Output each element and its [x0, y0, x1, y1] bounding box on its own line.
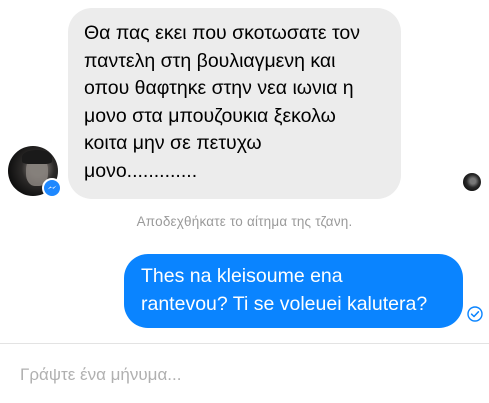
messenger-icon — [42, 178, 62, 198]
message-input[interactable] — [20, 360, 470, 390]
composer-divider — [0, 343, 489, 344]
chat-thread: Θα πας εκει που σκοτωσατε τον παντελη στ… — [0, 0, 489, 403]
delivered-check-icon — [467, 306, 483, 322]
outgoing-message-bubble[interactable]: Thes na kleisoume ena rantevou? Ti se vo… — [124, 254, 463, 328]
request-accepted-notice: Αποδεχθήκατε το αίτημα της τζανη. — [136, 214, 353, 229]
incoming-message-bubble[interactable]: Θα πας εκει που σκοτωσατε τον παντελη στ… — [68, 8, 401, 199]
seen-indicator-avatar — [463, 173, 481, 191]
avatar-hair — [22, 150, 52, 164]
messenger-bolt-icon — [47, 185, 57, 190]
